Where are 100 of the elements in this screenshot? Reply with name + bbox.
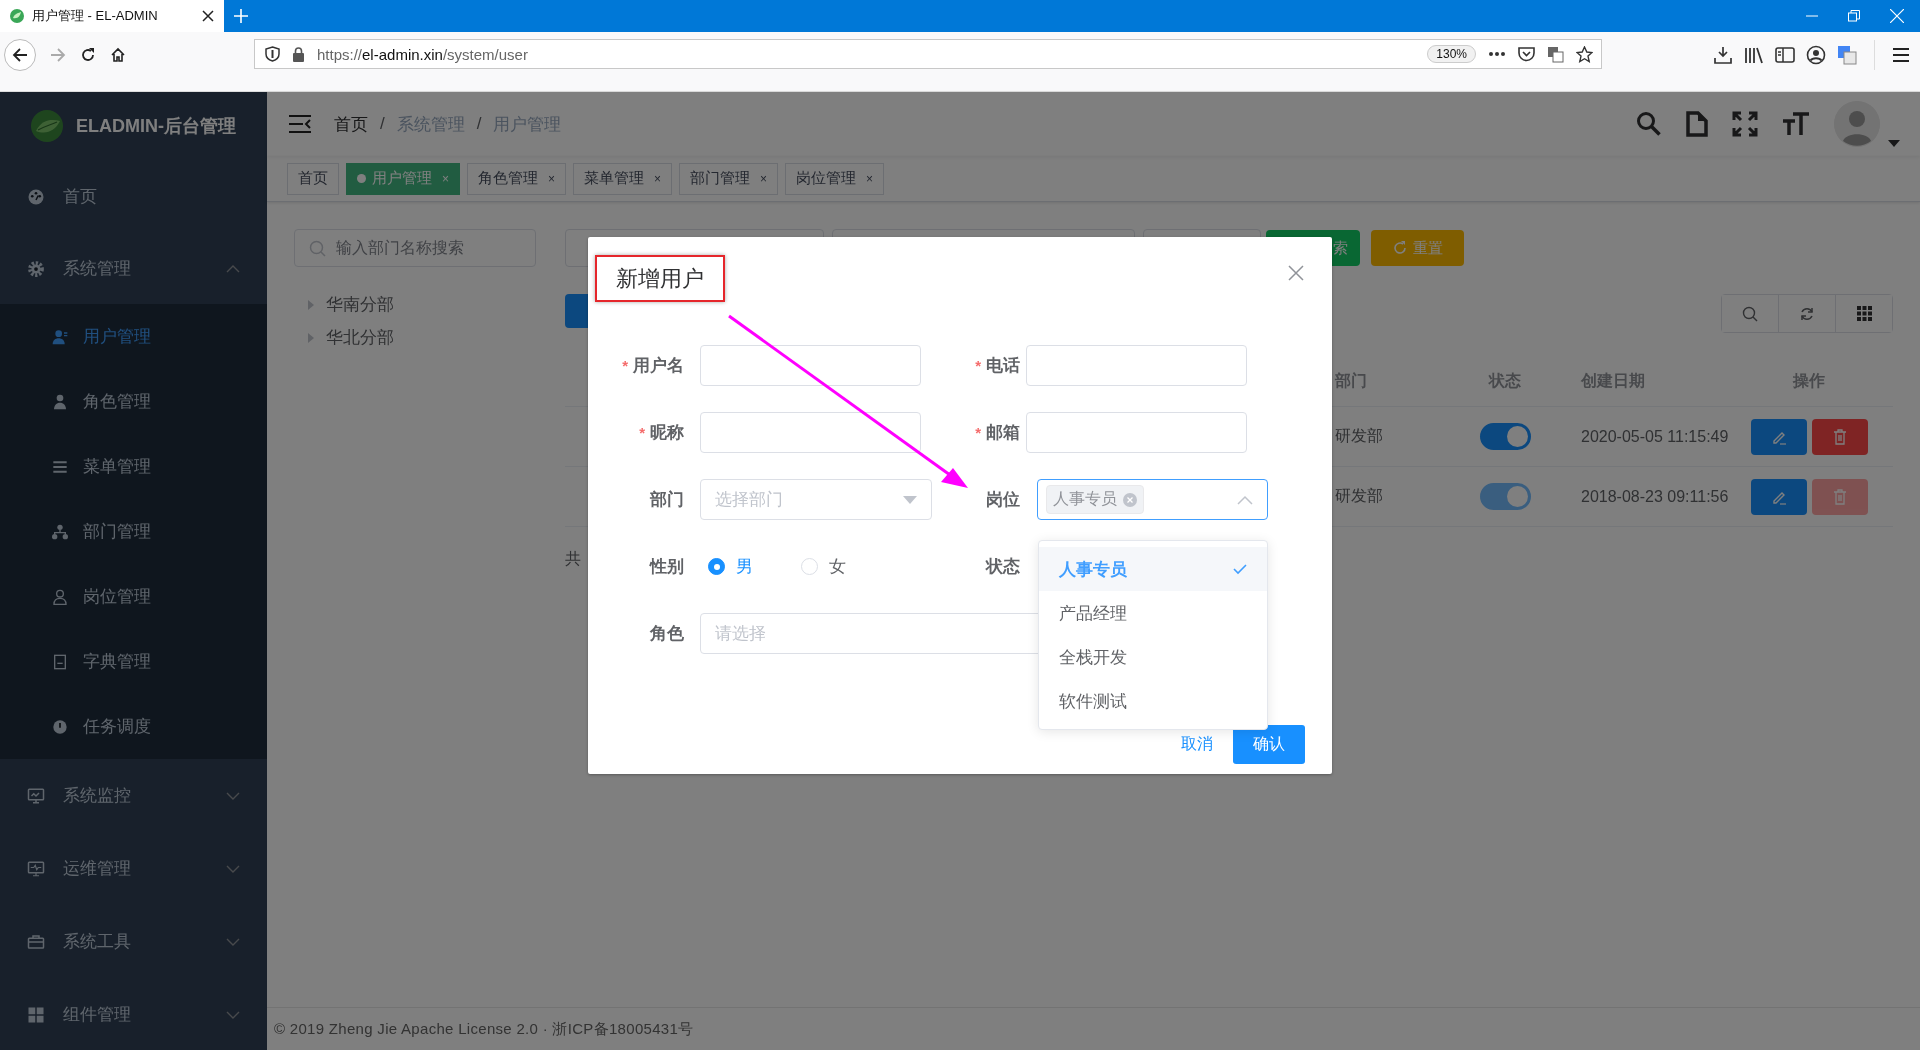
multi-select-field[interactable]: 人事专员 [1037, 479, 1268, 520]
user-icon [52, 328, 68, 345]
pagination-text: 共 [565, 549, 581, 569]
menu-item[interactable]: 系统监控 [0, 759, 267, 832]
settings-icon [27, 259, 45, 278]
form-label: * 用户名 [622, 355, 684, 377]
more-icon[interactable] [1488, 51, 1506, 57]
menu-icon[interactable] [1892, 47, 1910, 63]
refresh-icon [1392, 241, 1407, 255]
browser-tab[interactable]: 用户管理 - EL-ADMIN [0, 0, 224, 32]
radio-option[interactable]: 女 [793, 555, 846, 578]
form-label: 部门 [650, 489, 684, 511]
submenu-item[interactable]: 字典管理 [0, 629, 267, 694]
font-size-icon[interactable] [1782, 111, 1810, 137]
edit-button[interactable] [1750, 418, 1807, 455]
form-label: 状态 [986, 556, 1020, 578]
submenu-item[interactable]: 岗位管理 [0, 564, 267, 629]
breadcrumb-separator: / [380, 114, 385, 134]
address-bar[interactable]: https://el-admin.xin/system/user 130% [254, 39, 1602, 69]
table-cell-text: 研发部 [1335, 426, 1383, 446]
footer-text: © 2019 Zheng Jie Apache License 2.0 · 浙ICP备18005431号 [274, 1019, 694, 1039]
edit-button[interactable] [1750, 478, 1807, 515]
star-icon[interactable] [1576, 45, 1593, 63]
pocket-icon[interactable] [1518, 46, 1535, 62]
menu-item[interactable]: 首页 [0, 160, 267, 233]
radio-button[interactable] [708, 558, 725, 575]
tab[interactable]: 首页 [287, 162, 339, 195]
submenu-item[interactable]: 用户管理 [0, 304, 267, 369]
search-icon[interactable] [1636, 111, 1662, 137]
menu-item[interactable]: 运维管理 [0, 832, 267, 905]
search-field[interactable]: 输入部门名称搜索 [294, 229, 536, 267]
form-label: * 昵称 [639, 422, 684, 444]
grid-icon [1856, 306, 1872, 321]
table-cell-text: 研发部 [1335, 486, 1383, 506]
text-field[interactable] [700, 412, 921, 453]
grid-icon [27, 1005, 45, 1024]
menu-fold-icon[interactable] [288, 114, 312, 134]
sidebar-icon[interactable] [1775, 46, 1795, 64]
menu-item[interactable]: 系统管理 [0, 233, 267, 304]
confirm-button[interactable]: 确认 [1233, 725, 1305, 764]
library-icon[interactable] [1744, 46, 1764, 64]
back-button[interactable] [4, 39, 36, 71]
hierarchy-icon [52, 523, 68, 540]
delete-button[interactable] [1811, 418, 1868, 455]
submenu-item[interactable]: 部门管理 [0, 499, 267, 564]
tree-node[interactable]: 华北分部 [294, 326, 536, 349]
reload-icon[interactable] [80, 47, 96, 63]
lock-icon [292, 46, 305, 62]
dropdown-option[interactable]: 人事专员 [1039, 547, 1267, 591]
form-label: 性别 [650, 556, 684, 578]
chevron-up-icon [226, 264, 240, 273]
close-icon[interactable] [202, 10, 214, 22]
tab[interactable]: 角色管理 × [467, 162, 567, 195]
radio-option[interactable]: 男 [700, 555, 753, 578]
dialog-title: 新增用户 [595, 255, 725, 302]
chevron-up-icon [1237, 494, 1253, 505]
text-field[interactable] [1026, 412, 1247, 453]
user-icon [52, 588, 68, 605]
cancel-button[interactable]: 取消 [1181, 734, 1213, 755]
menu-item[interactable]: 系统工具 [0, 905, 267, 978]
menu-item[interactable]: 组件管理 [0, 978, 267, 1050]
table-cell: 2020-05-05 11:15:49 [1581, 427, 1729, 446]
account-icon[interactable] [1806, 45, 1826, 65]
caret-down-icon [1888, 140, 1900, 147]
selected-tag: 人事专员 [1046, 485, 1144, 514]
gauge-icon [27, 187, 45, 206]
document-icon[interactable] [1686, 111, 1708, 137]
chevron-down-icon [226, 1010, 240, 1019]
breadcrumb-item[interactable]: 首页 [334, 112, 368, 136]
home-icon[interactable] [110, 47, 126, 63]
download-icon[interactable] [1713, 46, 1733, 64]
search-toggle-button[interactable] [1722, 295, 1779, 332]
tab[interactable]: 菜单管理 × [573, 162, 673, 195]
zoom-badge[interactable]: 130% [1427, 45, 1476, 63]
book-icon [52, 653, 68, 670]
toggle-switch[interactable] [1479, 423, 1531, 450]
submenu-item[interactable]: 菜单管理 [0, 434, 267, 499]
text-field[interactable] [1026, 345, 1247, 386]
restore-icon[interactable] [1848, 10, 1860, 22]
search-icon [309, 239, 326, 257]
submenu-item[interactable]: 任务调度 [0, 694, 267, 759]
select-field[interactable]: 选择部门 [700, 479, 932, 520]
submenu-item[interactable]: 角色管理 [0, 369, 267, 434]
monitor-icon [27, 786, 45, 805]
check-icon [1233, 563, 1247, 575]
refresh-icon [1799, 305, 1815, 322]
tab[interactable]: 岗位管理 × [785, 162, 885, 195]
chevron-down-icon [226, 937, 240, 946]
favicon-icon [10, 9, 24, 23]
text-field[interactable] [700, 345, 921, 386]
search-icon [1742, 305, 1758, 322]
arrow-right-icon[interactable] [50, 47, 66, 63]
fullscreen-icon[interactable] [1732, 111, 1758, 137]
tab[interactable]: 部门管理 × [679, 162, 779, 195]
tab[interactable]: 用户管理 × [346, 162, 460, 195]
tree-node[interactable]: 华南分部 [294, 293, 536, 316]
arrow-left-icon [12, 47, 28, 63]
new-tab-icon[interactable] [234, 9, 248, 23]
caret-down-icon [903, 495, 917, 504]
dropdown-option[interactable]: 软件测试 [1039, 679, 1267, 723]
